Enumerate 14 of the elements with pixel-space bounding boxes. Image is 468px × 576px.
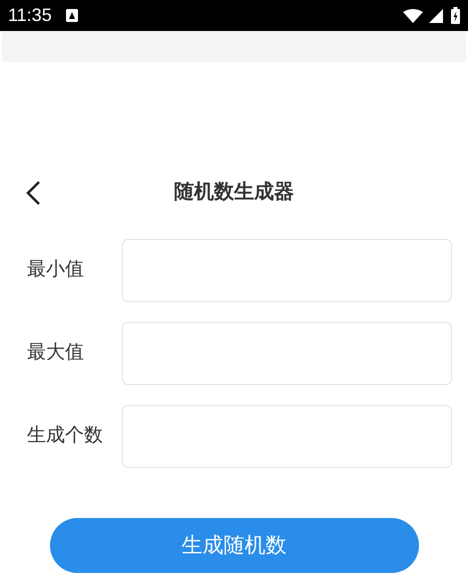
signal-icon xyxy=(429,8,443,22)
generate-button[interactable]: 生成随机数 xyxy=(50,518,418,573)
battery-icon xyxy=(451,7,460,24)
notification-icon xyxy=(66,9,78,22)
back-icon[interactable] xyxy=(25,180,41,206)
input-field[interactable] xyxy=(122,322,452,385)
page-title: 随机数生成器 xyxy=(174,180,294,205)
wifi-icon xyxy=(403,8,423,22)
input-field[interactable] xyxy=(122,239,452,302)
status-time: 11:35 xyxy=(8,4,52,27)
field-label: 最小值 xyxy=(26,258,85,282)
input-field[interactable] xyxy=(122,405,452,468)
field-label: 最大值 xyxy=(26,341,85,366)
field-label: 生成个数 xyxy=(26,424,104,448)
